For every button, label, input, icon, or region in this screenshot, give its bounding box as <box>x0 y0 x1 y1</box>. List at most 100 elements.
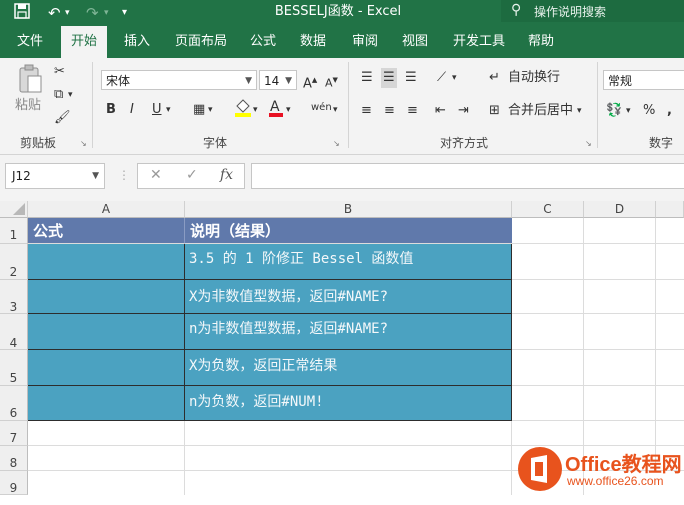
underline-dropdown-icon[interactable]: ▾ <box>166 100 171 120</box>
tab-help[interactable]: 帮助 <box>528 26 554 58</box>
cell-a2[interactable] <box>28 244 185 280</box>
cell-c7[interactable] <box>512 421 584 446</box>
tab-developer[interactable]: 开发工具 <box>453 26 505 58</box>
merge-center-icon[interactable]: ⊞ <box>489 101 500 121</box>
percent-style-button[interactable]: % <box>643 101 655 121</box>
cell-b6[interactable]: n为负数，返回#NUM! <box>185 386 512 421</box>
cell-d7[interactable] <box>584 421 656 446</box>
confirm-entry-icon[interactable]: ✓ <box>186 167 198 183</box>
cell-e2[interactable] <box>656 244 684 280</box>
row-header-7[interactable]: 7 <box>0 421 28 446</box>
save-icon[interactable] <box>14 3 30 23</box>
cell-c2[interactable] <box>512 244 584 280</box>
column-header-e[interactable] <box>656 201 684 218</box>
cell-e5[interactable] <box>656 350 684 386</box>
cell-a4[interactable] <box>28 314 185 350</box>
cell-b3[interactable]: X为非数值型数据，返回#NAME? <box>185 280 512 314</box>
cell-d3[interactable] <box>584 280 656 314</box>
font-size-dropdown[interactable]: 14 ▼ <box>259 70 297 90</box>
cell-d4[interactable] <box>584 314 656 350</box>
tell-me-search[interactable]: ⚲ 操作说明搜索 <box>501 0 684 22</box>
increase-font-icon[interactable]: A▲ <box>303 70 317 91</box>
cell-c3[interactable] <box>512 280 584 314</box>
align-bottom-icon[interactable]: ☰ <box>405 68 417 88</box>
align-left-icon[interactable]: ≡ <box>361 101 372 121</box>
cell-a3[interactable] <box>28 280 185 314</box>
tab-home[interactable]: 开始 <box>61 26 107 58</box>
cell-a1[interactable]: 公式 <box>28 218 185 244</box>
alignment-launcher-icon[interactable]: ↘ <box>585 134 592 154</box>
cell-a8[interactable] <box>28 446 185 471</box>
wrap-text-icon[interactable]: ↵ <box>489 68 500 88</box>
cell-d2[interactable] <box>584 244 656 280</box>
font-color-icon[interactable]: A <box>268 98 284 118</box>
row-header-4[interactable]: 4 <box>0 314 28 350</box>
cell-b7[interactable] <box>185 421 512 446</box>
align-right-icon[interactable]: ≡ <box>407 101 418 121</box>
formula-input[interactable] <box>251 163 684 189</box>
cell-b4[interactable]: n为非数值型数据，返回#NAME? <box>185 314 512 350</box>
align-middle-icon[interactable]: ☰ <box>381 68 397 88</box>
align-top-icon[interactable]: ☰ <box>361 68 373 88</box>
orientation-icon[interactable]: ⟋ <box>437 68 446 88</box>
orientation-dropdown-icon[interactable]: ▾ <box>452 68 457 88</box>
cell-b2[interactable]: 3.5 的 1 阶修正 Bessel 函数值 <box>185 244 512 280</box>
copy-dropdown-icon[interactable]: ▾ <box>68 85 73 105</box>
cell-e6[interactable] <box>656 386 684 421</box>
column-header-d[interactable]: D <box>584 201 656 218</box>
phonetic-dropdown-icon[interactable]: ▾ <box>333 100 338 120</box>
wrap-text-button[interactable]: 自动换行 <box>508 68 560 88</box>
cell-e1[interactable] <box>656 218 684 244</box>
accounting-format-icon[interactable]: 💱 <box>606 101 622 121</box>
font-launcher-icon[interactable]: ↘ <box>333 134 340 154</box>
column-header-c[interactable]: C <box>512 201 584 218</box>
redo-dropdown-icon[interactable]: ▾ <box>104 3 109 23</box>
customize-qat-icon[interactable]: ▾ <box>122 3 127 23</box>
cell-b8[interactable] <box>185 446 512 471</box>
row-header-8[interactable]: 8 <box>0 446 28 471</box>
cut-icon[interactable]: ✂ <box>54 62 65 82</box>
italic-icon[interactable]: I <box>130 100 134 120</box>
cell-d1[interactable] <box>584 218 656 244</box>
tab-file[interactable]: 文件 <box>17 26 43 58</box>
cell-d5[interactable] <box>584 350 656 386</box>
cell-b1[interactable]: 说明（结果） <box>185 218 512 244</box>
accounting-dropdown-icon[interactable]: ▾ <box>626 101 631 121</box>
tab-data[interactable]: 数据 <box>300 26 326 58</box>
tab-view[interactable]: 视图 <box>402 26 428 58</box>
fill-color-dropdown-icon[interactable]: ▾ <box>253 100 258 120</box>
merge-center-button[interactable]: 合并后居中 <box>508 101 573 121</box>
cell-a9[interactable] <box>28 471 185 495</box>
format-painter-icon[interactable]: 🖌 <box>54 108 71 128</box>
redo-icon[interactable]: ↷ <box>86 3 99 23</box>
paste-button[interactable]: 粘贴 <box>15 96 41 116</box>
undo-dropdown-icon[interactable]: ▾ <box>65 3 70 23</box>
column-header-a[interactable]: A <box>28 201 185 218</box>
select-all-corner[interactable] <box>0 201 28 218</box>
undo-icon[interactable]: ↶ <box>48 3 61 23</box>
name-box[interactable]: J12 ▼ <box>5 163 105 189</box>
bold-icon[interactable]: B <box>106 100 116 120</box>
decrease-font-icon[interactable]: A▼ <box>325 70 338 90</box>
clipboard-launcher-icon[interactable]: ↘ <box>80 134 87 154</box>
row-header-9[interactable]: 9 <box>0 471 28 495</box>
comma-style-icon[interactable]: , <box>667 101 672 121</box>
cell-c6[interactable] <box>512 386 584 421</box>
tab-formulas[interactable]: 公式 <box>250 26 276 58</box>
cell-c5[interactable] <box>512 350 584 386</box>
fill-color-icon[interactable] <box>234 98 252 118</box>
tab-review[interactable]: 审阅 <box>352 26 378 58</box>
align-center-icon[interactable]: ≡ <box>384 101 395 121</box>
tab-page-layout[interactable]: 页面布局 <box>175 26 227 58</box>
increase-indent-icon[interactable]: ⇥ <box>458 101 469 121</box>
cell-e3[interactable] <box>656 280 684 314</box>
copy-icon[interactable]: ⧉ <box>54 85 63 105</box>
cell-b9[interactable] <box>185 471 512 495</box>
cell-a5[interactable] <box>28 350 185 386</box>
cell-b5[interactable]: X为负数，返回正常结果 <box>185 350 512 386</box>
row-header-3[interactable]: 3 <box>0 280 28 314</box>
cell-e4[interactable] <box>656 314 684 350</box>
row-header-6[interactable]: 6 <box>0 386 28 421</box>
font-color-dropdown-icon[interactable]: ▾ <box>286 100 291 120</box>
cell-c1[interactable] <box>512 218 584 244</box>
